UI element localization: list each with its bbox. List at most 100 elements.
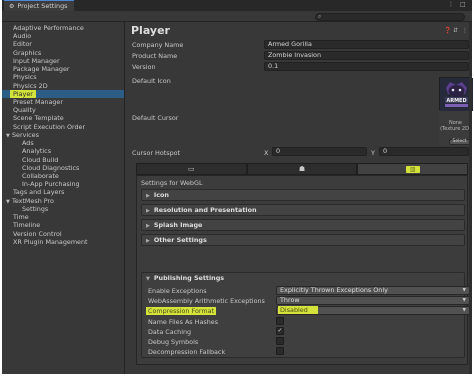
sidebar-item-label: Adaptive Performance bbox=[13, 24, 84, 32]
cursor-type-text: (Texture 2D) bbox=[440, 126, 471, 132]
player-settings-panel: Player ❓ ⇵ ⋮ Company Name Armed Gorilla … bbox=[126, 22, 473, 374]
decompression-fallback-checkbox[interactable] bbox=[276, 347, 284, 355]
hotspot-x-label: X bbox=[264, 149, 269, 157]
section-publishing-settings[interactable]: ▼ Publishing Settings bbox=[142, 273, 464, 284]
sidebar-item-quality[interactable]: Quality bbox=[2, 106, 124, 114]
sidebar-item-label: Physics bbox=[13, 73, 37, 82]
sidebar-item-physics[interactable]: Physics bbox=[2, 73, 124, 81]
dropdown-arrow-icon: ▼ bbox=[462, 288, 466, 293]
tab-standalone[interactable]: ▭ bbox=[136, 163, 247, 175]
title-bar: ⚙ Project Settings ⋮ □ bbox=[2, 0, 472, 11]
data-caching-checkbox[interactable]: ✓ bbox=[276, 327, 284, 335]
sidebar-item-label: Settings bbox=[22, 204, 49, 213]
sidebar-item-collaborate[interactable]: Collaborate bbox=[2, 172, 124, 180]
expand-arrow-icon: ▶ bbox=[146, 193, 150, 199]
search-input[interactable] bbox=[326, 13, 462, 20]
sidebar-item-time[interactable]: Time bbox=[2, 213, 124, 221]
sidebar-item-xr-plugin-management[interactable]: XR Plugin Management bbox=[2, 238, 124, 246]
default-icon-slot[interactable]: ARMED bbox=[439, 77, 473, 111]
compression-format-label: Compression Format bbox=[146, 307, 217, 315]
maximize-icon[interactable]: □ bbox=[460, 1, 466, 8]
sidebar-item-physics-2d[interactable]: Physics 2D bbox=[2, 82, 124, 90]
company-name-input[interactable]: Armed Gorilla bbox=[264, 40, 469, 49]
sidebar-item-label: Package Manager bbox=[13, 65, 70, 74]
dropdown-arrow-icon: ▼ bbox=[462, 298, 466, 303]
sidebar-item-services[interactable]: ▼ Services bbox=[2, 131, 124, 139]
screenshot-canvas: ⚙ Project Settings ⋮ □ ⌕ Adaptive Perfor… bbox=[0, 0, 474, 377]
enable-exceptions-label: Enable Exceptions bbox=[148, 287, 207, 295]
tab-webgl[interactable]: ▥ bbox=[357, 163, 469, 175]
sidebar-item-label: Audio bbox=[13, 32, 32, 41]
product-name-input[interactable]: Zombie Invasion bbox=[264, 51, 469, 60]
sidebar-item-tags-and-layers[interactable]: Tags and Layers bbox=[2, 188, 124, 196]
hotspot-y-label: Y bbox=[371, 149, 375, 157]
sidebar-item-scene-template[interactable]: Scene Template bbox=[2, 114, 124, 122]
sidebar-item-label: Player bbox=[10, 89, 36, 98]
sidebar-item-cloud-build[interactable]: Cloud Build bbox=[2, 156, 124, 164]
sidebar-item-label: Tags and Layers bbox=[13, 188, 65, 197]
kebab-menu-icon[interactable]: ⋮ bbox=[448, 1, 454, 8]
search-field[interactable]: ⌕ bbox=[315, 12, 465, 21]
settings-title: Settings for WebGL bbox=[141, 179, 203, 187]
sidebar-item-analytics[interactable]: Analytics bbox=[2, 147, 124, 155]
sidebar-item-editor[interactable]: Editor bbox=[2, 40, 124, 48]
window-tab[interactable]: ⚙ Project Settings bbox=[4, 0, 74, 11]
sidebar-item-in-app-purchasing[interactable]: In-App Purchasing bbox=[2, 180, 124, 188]
tab-android[interactable]: ☗ bbox=[246, 163, 358, 175]
collapse-arrow-icon: ▼ bbox=[146, 276, 150, 282]
sidebar-item-label: Script Execution Order bbox=[13, 122, 86, 131]
sidebar-item-preset-manager[interactable]: Preset Manager bbox=[2, 98, 124, 106]
page-title: Player bbox=[131, 24, 170, 37]
sidebar-item-label: Ads bbox=[22, 139, 34, 148]
sidebar-item-label: TextMesh Pro bbox=[12, 196, 54, 205]
cursor-select-button[interactable]: Select bbox=[449, 139, 470, 145]
wasm-exceptions-dropdown[interactable]: Throw ▼ bbox=[276, 296, 470, 305]
section-icon[interactable]: ▶ Icon bbox=[141, 189, 465, 201]
section-other-settings[interactable]: ▶ Other Settings bbox=[141, 234, 465, 246]
debug-symbols-checkbox[interactable] bbox=[276, 337, 284, 345]
more-options-icon[interactable]: ⋮ bbox=[462, 27, 468, 34]
enable-exceptions-dropdown[interactable]: Explicitly Thrown Exceptions Only ▼ bbox=[276, 286, 470, 295]
sidebar-item-cloud-diagnostics[interactable]: Cloud Diagnostics bbox=[2, 164, 124, 172]
webgl-icon: ▥ bbox=[405, 165, 420, 173]
preset-icon[interactable]: ⇵ bbox=[453, 27, 458, 34]
name-files-as-hashes-checkbox[interactable] bbox=[276, 317, 284, 325]
sidebar-item-settings[interactable]: Settings bbox=[2, 205, 124, 213]
sidebar-item-label: Time bbox=[13, 213, 29, 222]
sidebar-item-package-manager[interactable]: Package Manager bbox=[2, 65, 124, 73]
section-splash-image[interactable]: ▶ Splash Image bbox=[141, 219, 465, 231]
sidebar-item-version-control[interactable]: Version Control bbox=[2, 230, 124, 238]
sidebar-item-label: Timeline bbox=[13, 221, 41, 230]
hotspot-x-input[interactable]: 0 bbox=[272, 147, 367, 156]
sidebar-item-textmesh-pro[interactable]: ▼ TextMesh Pro bbox=[2, 197, 124, 205]
version-label: Version bbox=[132, 63, 156, 71]
compression-format-dropdown[interactable]: Disabled ▼ bbox=[276, 306, 470, 315]
platform-tabs: ▭ ☗ ▥ bbox=[136, 163, 469, 175]
window-tab-title: Project Settings bbox=[17, 2, 68, 10]
android-icon: ☗ bbox=[298, 165, 306, 173]
section-resolution[interactable]: ▶ Resolution and Presentation bbox=[141, 204, 465, 216]
monitor-icon: ▭ bbox=[188, 165, 195, 173]
sidebar-item-ads[interactable]: Ads bbox=[2, 139, 124, 147]
sidebar-item-adaptive-performance[interactable]: Adaptive Performance bbox=[2, 24, 124, 32]
scrollbar[interactable] bbox=[469, 22, 472, 374]
sidebar-item-input-manager[interactable]: Input Manager bbox=[2, 57, 124, 65]
sidebar-item-timeline[interactable]: Timeline bbox=[2, 221, 124, 229]
sidebar-item-label: Services bbox=[12, 130, 39, 139]
sidebar-item-script-execution-order[interactable]: Script Execution Order bbox=[2, 123, 124, 131]
help-icon[interactable]: ❓ bbox=[444, 27, 451, 34]
sidebar-item-label: In-App Purchasing bbox=[22, 180, 80, 189]
sidebar-item-label: Quality bbox=[13, 106, 36, 115]
sidebar-item-player[interactable]: Player bbox=[2, 89, 124, 98]
sidebar-item-label: Preset Manager bbox=[13, 97, 63, 106]
version-input[interactable]: 0.1 bbox=[264, 62, 469, 71]
hotspot-y-input[interactable]: 0 bbox=[379, 147, 469, 156]
dropdown-arrow-icon: ▼ bbox=[462, 308, 466, 313]
sidebar-item-graphics[interactable]: Graphics bbox=[2, 49, 124, 57]
gear-icon: ⚙ bbox=[9, 2, 15, 10]
sidebar-item-label: Graphics bbox=[13, 48, 42, 57]
company-name-label: Company Name bbox=[132, 41, 184, 49]
search-icon: ⌕ bbox=[318, 12, 322, 20]
checkmark-icon: ✓ bbox=[277, 327, 283, 334]
sidebar-item-audio[interactable]: Audio bbox=[2, 32, 124, 40]
